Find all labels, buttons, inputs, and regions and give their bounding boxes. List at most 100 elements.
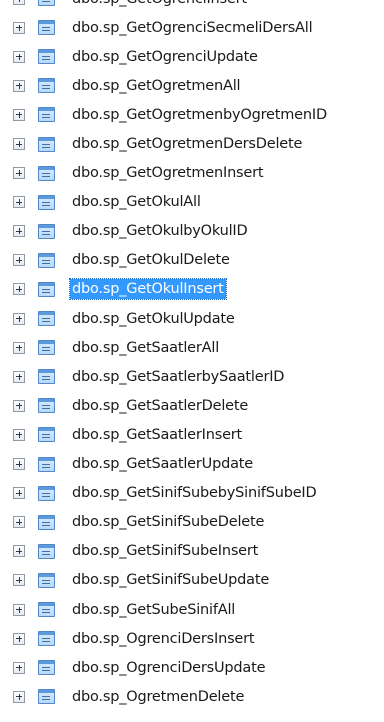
expand-plus-icon[interactable] (13, 138, 25, 151)
expand-plus-icon[interactable] (13, 167, 25, 180)
tree-node-label[interactable]: dbo.sp_GetSaatlerInsert (70, 425, 244, 445)
stored-procedure-icon (38, 631, 55, 647)
stored-procedure-icon (38, 78, 55, 94)
expand-plus-icon[interactable] (13, 428, 25, 441)
tree-node-label[interactable]: dbo.sp_GetOgretmenInsert (70, 163, 265, 183)
tree-node-label[interactable]: dbo.sp_GetSaatlerAll (70, 338, 221, 358)
tree-node-label[interactable]: dbo.sp_GetOkulAll (70, 192, 203, 212)
tree-node-label[interactable]: dbo.sp_GetSinifSubeUpdate (70, 570, 271, 590)
tree-node[interactable]: dbo.sp_GetOgretmenDersDelete (0, 129, 384, 158)
tree-node[interactable]: dbo.sp_GetSaatlerbySaatlerID (0, 362, 384, 391)
tree-node[interactable]: dbo.sp_GetSaatlerUpdate (0, 450, 384, 479)
expand-plus-icon[interactable] (13, 225, 25, 238)
tree-node-label[interactable]: dbo.sp_GetOgretmenbyOgretmenID (70, 105, 329, 125)
stored-procedure-icon (38, 660, 55, 676)
expand-plus-icon[interactable] (13, 603, 25, 616)
tree-node[interactable]: dbo.sp_GetSinifSubeDelete (0, 508, 384, 537)
tree-node[interactable]: dbo.sp_GetOgrenciInsert (0, 0, 384, 13)
tree-node-label[interactable]: dbo.sp_GetSinifSubebySinifSubeID (70, 483, 318, 503)
tree-node[interactable]: dbo.sp_GetSubeSinifAll (0, 595, 384, 624)
tree-node[interactable]: dbo.sp_GetOgrenciUpdate (0, 42, 384, 71)
tree-node-label[interactable]: dbo.sp_GetSaatlerUpdate (70, 454, 255, 474)
expand-plus-icon[interactable] (13, 458, 25, 471)
stored-procedure-icon (38, 194, 55, 210)
tree-node[interactable]: dbo.sp_GetOgretmenAll (0, 71, 384, 100)
stored-procedure-icon (38, 369, 55, 385)
tree-node[interactable]: dbo.sp_GetSinifSubebySinifSubeID (0, 479, 384, 508)
tree-node-label[interactable]: dbo.sp_GetOkulbyOkulID (70, 221, 249, 241)
expand-plus-icon[interactable] (13, 545, 25, 558)
stored-procedure-icon (38, 252, 55, 268)
expand-plus-icon[interactable] (13, 50, 25, 63)
stored-procedure-icon (38, 427, 55, 443)
expand-plus-icon[interactable] (13, 196, 25, 209)
expand-plus-icon[interactable] (13, 370, 25, 383)
tree-node[interactable]: dbo.sp_GetSinifSubeInsert (0, 537, 384, 566)
expand-plus-icon[interactable] (13, 690, 25, 703)
stored-procedure-icon (38, 340, 55, 356)
tree-node-label[interactable]: dbo.sp_GetOgrenciInsert (70, 0, 249, 9)
tree-node[interactable]: dbo.sp_GetOkulAll (0, 188, 384, 217)
tree-node-label[interactable]: dbo.sp_GetSinifSubeDelete (70, 512, 266, 532)
tree-node[interactable]: dbo.sp_OgretmenDelete (0, 682, 384, 711)
tree-node[interactable]: dbo.sp_GetSaatlerDelete (0, 391, 384, 420)
expand-plus-icon[interactable] (13, 574, 25, 587)
stored-procedure-icon (38, 281, 55, 297)
expand-plus-icon[interactable] (13, 0, 25, 5)
expand-plus-icon[interactable] (13, 79, 25, 92)
expand-plus-icon[interactable] (13, 312, 25, 325)
expand-plus-icon[interactable] (13, 399, 25, 412)
tree-node[interactable]: dbo.sp_GetSaatlerAll (0, 333, 384, 362)
tree-node[interactable]: dbo.sp_GetSinifSubeUpdate (0, 566, 384, 595)
tree-node-label[interactable]: dbo.sp_GetOgrenciUpdate (70, 47, 260, 67)
stored-procedure-icon (38, 485, 55, 501)
stored-procedure-icon (38, 107, 55, 123)
tree-node-label[interactable]: dbo.sp_OgrenciDersInsert (70, 629, 256, 649)
tree-node-label[interactable]: dbo.sp_GetSaatlerDelete (70, 396, 250, 416)
expand-plus-icon[interactable] (13, 283, 25, 296)
tree-node[interactable]: dbo.sp_GetOgretmenInsert (0, 159, 384, 188)
tree-node[interactable]: dbo.sp_GetOkulDelete (0, 246, 384, 275)
tree-node-label[interactable]: dbo.sp_OgrenciDersUpdate (70, 658, 267, 678)
stored-procedure-icon (38, 543, 55, 559)
expand-plus-icon[interactable] (13, 21, 25, 34)
expand-plus-icon[interactable] (13, 516, 25, 529)
tree-node-label[interactable]: dbo.sp_GetSubeSinifAll (70, 600, 237, 620)
stored-procedure-icon (38, 572, 55, 588)
tree-node[interactable]: dbo.sp_OgrenciDersUpdate (0, 653, 384, 682)
stored-procedure-icon (38, 0, 55, 7)
stored-procedure-icon (38, 602, 55, 618)
stored-procedure-icon (38, 223, 55, 239)
tree-node-label[interactable]: dbo.sp_GetOkulInsert (69, 278, 227, 301)
tree-node-label[interactable]: dbo.sp_OgretmenDelete (70, 687, 246, 707)
tree-node-label[interactable]: dbo.sp_GetOgretmenDersDelete (70, 134, 304, 154)
tree-node-label[interactable]: dbo.sp_GetOkulDelete (70, 250, 232, 270)
tree-node[interactable]: dbo.sp_GetOgrenciSecmeliDersAll (0, 13, 384, 42)
tree-node[interactable]: dbo.sp_GetOkulInsert (0, 275, 384, 304)
object-explorer-tree: dbo.sp_GetOgrenciInsert dbo.sp_GetOgrenci… (0, 0, 384, 711)
stored-procedure-icon (38, 165, 55, 181)
expand-plus-icon[interactable] (13, 487, 25, 500)
stored-procedure-icon (38, 456, 55, 472)
tree-node-label[interactable]: dbo.sp_GetSaatlerbySaatlerID (70, 367, 286, 387)
stored-procedure-icon (38, 136, 55, 152)
tree-node[interactable]: dbo.sp_OgrenciDersInsert (0, 624, 384, 653)
tree-node[interactable]: dbo.sp_GetOgretmenbyOgretmenID (0, 100, 384, 129)
tree-node-label[interactable]: dbo.sp_GetOkulUpdate (70, 309, 237, 329)
expand-plus-icon[interactable] (13, 632, 25, 645)
tree-node[interactable]: dbo.sp_GetOkulbyOkulID (0, 217, 384, 246)
tree-node[interactable]: dbo.sp_GetOkulUpdate (0, 304, 384, 333)
expand-plus-icon[interactable] (13, 661, 25, 674)
stored-procedure-icon (38, 514, 55, 530)
tree-node-label[interactable]: dbo.sp_GetOgretmenAll (70, 76, 242, 96)
stored-procedure-icon (38, 311, 55, 327)
tree-node-label[interactable]: dbo.sp_GetSinifSubeInsert (70, 541, 260, 561)
expand-plus-icon[interactable] (13, 108, 25, 121)
tree-node-label[interactable]: dbo.sp_GetOgrenciSecmeliDersAll (70, 18, 314, 38)
stored-procedure-icon (38, 49, 55, 65)
stored-procedure-icon (38, 689, 55, 705)
tree-node[interactable]: dbo.sp_GetSaatlerInsert (0, 420, 384, 449)
expand-plus-icon[interactable] (13, 254, 25, 267)
expand-plus-icon[interactable] (13, 341, 25, 354)
stored-procedure-icon (38, 398, 55, 414)
